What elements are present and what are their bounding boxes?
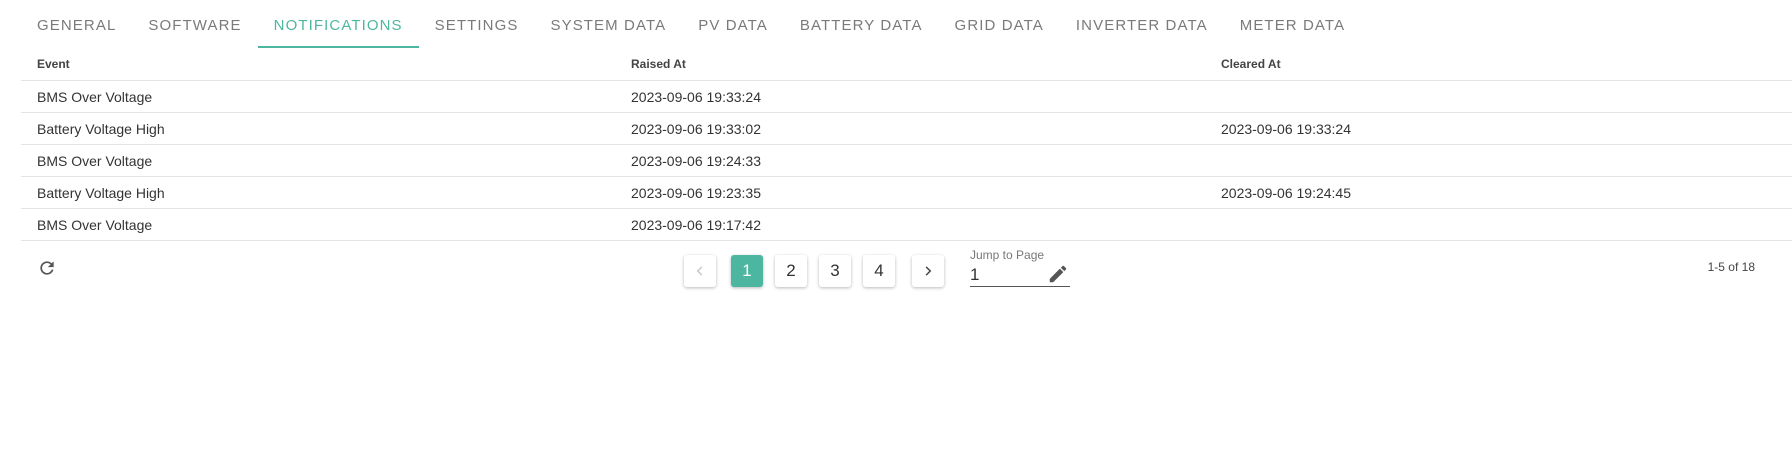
event-cell: BMS Over Voltage (21, 80, 615, 113)
tab-notifications[interactable]: NOTIFICATIONS (257, 0, 419, 48)
table-row[interactable]: BMS Over Voltage 2023-09-06 19:24:33 (21, 144, 1792, 177)
column-header-raised-at[interactable]: Raised At (615, 48, 1205, 81)
prev-page-button[interactable] (684, 255, 716, 287)
tab-general[interactable]: GENERAL (21, 0, 132, 48)
tab-settings[interactable]: SETTINGS (419, 0, 535, 48)
chevron-left-icon (696, 266, 703, 276)
tab-battery-data[interactable]: BATTERY DATA (784, 0, 939, 48)
tab-meter-data[interactable]: METER DATA (1224, 0, 1361, 48)
event-cell: BMS Over Voltage (21, 144, 615, 177)
raised-at-cell: 2023-09-06 19:17:42 (615, 208, 1205, 241)
jump-to-page: Jump to Page (970, 248, 1070, 288)
pencil-icon[interactable] (1047, 263, 1069, 285)
event-cell: Battery Voltage High (21, 112, 615, 145)
cleared-at-cell (1205, 208, 1792, 241)
event-cell: Battery Voltage High (21, 176, 615, 209)
tab-inverter-data[interactable]: INVERTER DATA (1060, 0, 1224, 48)
jump-to-page-label: Jump to Page (970, 248, 1045, 262)
cleared-at-cell (1205, 80, 1792, 113)
page-range-text: 1-5 of 18 (1707, 260, 1755, 274)
next-page-button[interactable] (912, 255, 944, 287)
column-header-event[interactable]: Event (21, 48, 615, 81)
cleared-at-cell: 2023-09-06 19:24:45 (1205, 176, 1792, 209)
cleared-at-cell (1205, 144, 1792, 177)
tab-system-data[interactable]: SYSTEM DATA (534, 0, 682, 48)
raised-at-cell: 2023-09-06 19:23:35 (615, 176, 1205, 209)
table-row[interactable]: BMS Over Voltage 2023-09-06 19:33:24 (21, 80, 1792, 113)
tab-pv-data[interactable]: PV DATA (682, 0, 784, 48)
tab-grid-data[interactable]: GRID DATA (939, 0, 1060, 48)
event-cell: BMS Over Voltage (21, 208, 615, 241)
notifications-table: Event Raised At Cleared At BMS Over Volt… (21, 48, 1792, 241)
raised-at-cell: 2023-09-06 19:33:02 (615, 112, 1205, 145)
raised-at-cell: 2023-09-06 19:24:33 (615, 144, 1205, 177)
table-row[interactable]: BMS Over Voltage 2023-09-06 19:17:42 (21, 208, 1792, 241)
tab-software[interactable]: SOFTWARE (132, 0, 257, 48)
page-button-2[interactable]: 2 (775, 255, 807, 287)
table-row[interactable]: Battery Voltage High 2023-09-06 19:23:35… (21, 176, 1792, 209)
table-row[interactable]: Battery Voltage High 2023-09-06 19:33:02… (21, 112, 1792, 145)
chevron-right-icon (925, 266, 932, 276)
table-header-row: Event Raised At Cleared At (21, 48, 1792, 81)
refresh-icon[interactable] (37, 258, 57, 278)
page-button-4[interactable]: 4 (863, 255, 895, 287)
page-button-1[interactable]: 1 (731, 255, 763, 287)
column-header-cleared-at[interactable]: Cleared At (1205, 48, 1792, 81)
page-button-3[interactable]: 3 (819, 255, 851, 287)
cleared-at-cell: 2023-09-06 19:33:24 (1205, 112, 1792, 145)
raised-at-cell: 2023-09-06 19:33:24 (615, 80, 1205, 113)
tab-bar: GENERAL SOFTWARE NOTIFICATIONS SETTINGS … (21, 0, 1361, 48)
